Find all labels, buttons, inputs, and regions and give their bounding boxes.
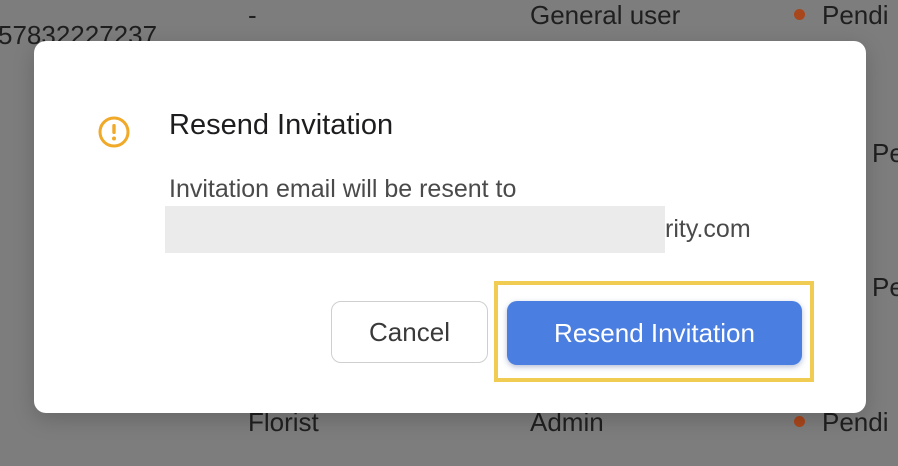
recipient-email: rity.com	[165, 206, 765, 253]
dialog-title: Resend Invitation	[169, 109, 394, 141]
status-cell: Pendi	[822, 0, 889, 30]
status-dot	[794, 9, 805, 20]
redacted-email-block	[165, 206, 665, 253]
role-cell: General user	[530, 0, 681, 30]
name-cell: -	[248, 0, 257, 30]
status-cell: Pendi	[872, 272, 898, 302]
resend-invitation-dialog: Resend Invitation Invitation email will …	[34, 41, 866, 413]
status-dot	[794, 416, 805, 427]
resend-invitation-button[interactable]: Resend Invitation	[507, 301, 802, 365]
cancel-button[interactable]: Cancel	[331, 301, 488, 363]
warning-circle-icon	[98, 116, 130, 148]
status-cell: Pendi	[872, 138, 898, 168]
email-domain: rity.com	[665, 215, 751, 243]
dialog-message: Invitation email will be resent to	[169, 175, 517, 203]
